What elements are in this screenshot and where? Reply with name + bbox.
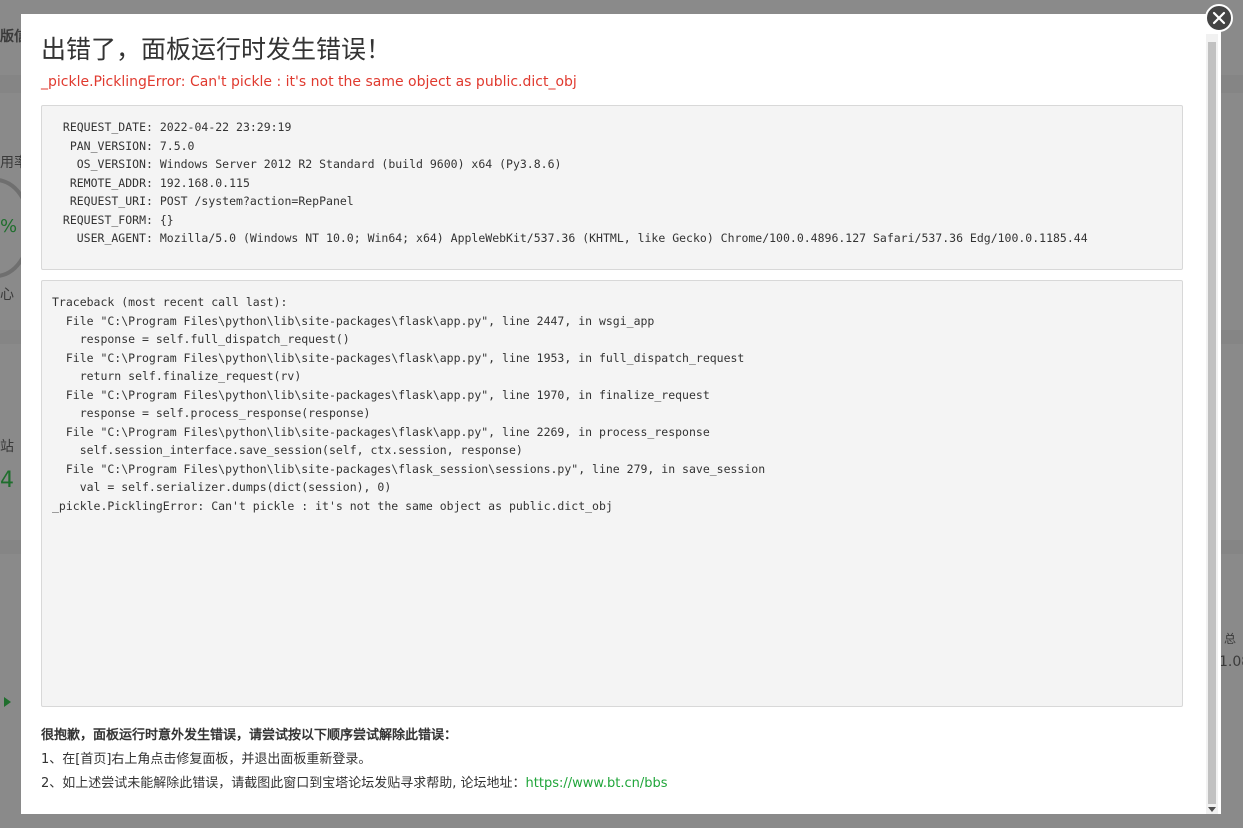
- request-info-row: PAN_VERSION: 7.5.0: [52, 137, 1172, 156]
- help-title: 很抱歉，面板运行时意外发生错误，请尝试按以下顺序尝试解除此错误：: [41, 728, 458, 743]
- request-info-separator: :: [146, 157, 160, 171]
- request-info-value: {}: [159, 212, 174, 227]
- error-message: _pickle.PicklingError: Can't pickle : it…: [41, 74, 577, 90]
- traceback-line: File "C:\Program Files\python\lib\site-p…: [52, 350, 745, 365]
- request-info-separator: :: [146, 175, 160, 190]
- traceback-line: return self.finalize_request(rv): [52, 369, 302, 383]
- play-icon: [4, 697, 11, 707]
- request-info-value: 7.5.0: [159, 138, 195, 153]
- request-info-row: REMOTE_ADDR: 192.168.0.115: [52, 174, 1172, 193]
- request-info-key: REQUEST_DATE: [62, 120, 146, 134]
- close-button[interactable]: [1205, 4, 1233, 32]
- help-step-2: 2、如上述尝试未能解除此错误，请截图此窗口到宝塔论坛发贴寻求帮助, 论坛地址：h…: [41, 772, 1183, 796]
- request-info-value: Windows Server 2012 R2 Standard (build 9…: [159, 157, 562, 171]
- request-info-separator: :: [146, 120, 160, 134]
- traceback-line: File "C:\Program Files\python\lib\site-p…: [52, 313, 655, 328]
- request-info-key: PAN_VERSION: [69, 138, 146, 153]
- request-info-row: REQUEST_FORM: {}: [52, 211, 1172, 230]
- scroll-down-arrow-icon[interactable]: [1208, 807, 1216, 812]
- bg-text-fragment: 站: [0, 439, 14, 455]
- dialog-title: 出错了，面板运行时发生错误！: [41, 35, 392, 64]
- request-info-key: USER_AGENT: [76, 231, 146, 245]
- traceback-line: File "C:\Program Files\python\lib\site-p…: [52, 387, 710, 402]
- request-info-row: REQUEST_DATE: 2022-04-22 23:29:19: [52, 118, 1172, 137]
- request-info-key: REQUEST_URI: [69, 194, 146, 208]
- traceback-line: val = self.serializer.dumps(dict(session…: [52, 480, 392, 494]
- scrollbar-thumb[interactable]: [1208, 42, 1216, 804]
- traceback-line: Traceback (most recent call last):: [52, 295, 288, 309]
- request-info-value: Mozilla/5.0 (Windows NT 10.0; Win64; x64…: [159, 231, 1088, 245]
- traceback-line: _pickle.PicklingError: Can't pickle : it…: [52, 498, 613, 513]
- help-section: 很抱歉，面板运行时意外发生错误，请尝试按以下顺序尝试解除此错误： 1、在[首页]…: [41, 724, 1183, 796]
- help-step-2-text: 2、如上述尝试未能解除此错误，请截图此窗口到宝塔论坛发贴寻求帮助, 论坛地址：: [41, 776, 526, 791]
- request-info-row: OS_VERSION: Windows Server 2012 R2 Stand…: [52, 155, 1172, 174]
- error-dialog: 出错了，面板运行时发生错误！ _pickle.PicklingError: Ca…: [21, 14, 1221, 814]
- request-info-key: REMOTE_ADDR: [69, 175, 146, 190]
- request-info-key: REQUEST_FORM: [62, 212, 146, 227]
- request-info-value: 2022-04-22 23:29:19: [159, 120, 292, 134]
- request-info-separator: :: [146, 194, 160, 208]
- traceback-line: self.session_interface.save_session(self…: [52, 443, 523, 457]
- request-info-separator: :: [146, 138, 160, 153]
- request-info-separator: :: [146, 212, 160, 227]
- bg-text-fragment: 1.08: [1219, 654, 1243, 670]
- traceback-line: response = self.full_dispatch_request(): [52, 332, 350, 346]
- bg-text-fragment: 心: [0, 287, 14, 303]
- forum-link[interactable]: https://www.bt.cn/bbs: [526, 776, 668, 791]
- request-info-value: POST /system?action=RepPanel: [159, 194, 354, 208]
- request-info-row: REQUEST_URI: POST /system?action=RepPane…: [52, 192, 1172, 211]
- request-info-value: 192.168.0.115: [159, 175, 250, 190]
- vertical-scrollbar[interactable]: [1206, 34, 1218, 814]
- traceback-box: Traceback (most recent call last): File …: [41, 280, 1183, 707]
- request-info-box: REQUEST_DATE: 2022-04-22 23:29:19 PAN_VER…: [41, 105, 1183, 270]
- traceback-line: response = self.process_response(respons…: [52, 406, 371, 420]
- request-info-separator: :: [146, 231, 160, 245]
- traceback-line: File "C:\Program Files\python\lib\site-p…: [52, 424, 710, 439]
- request-info-row: USER_AGENT: Mozilla/5.0 (Windows NT 10.0…: [52, 229, 1172, 248]
- close-icon: [1212, 11, 1226, 25]
- bg-text-fragment: 总: [1224, 632, 1237, 646]
- help-step-1: 1、在[首页]右上角点击修复面板，并退出面板重新登录。: [41, 752, 372, 767]
- request-info-key: OS_VERSION: [76, 157, 146, 171]
- bg-text-fragment: 4: [0, 468, 14, 493]
- traceback-line: File "C:\Program Files\python\lib\site-p…: [52, 461, 766, 476]
